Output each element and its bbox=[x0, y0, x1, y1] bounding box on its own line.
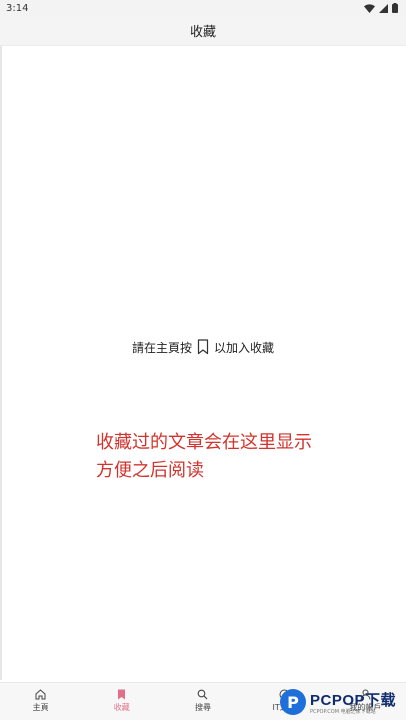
nav-label-home: 主頁 bbox=[32, 703, 49, 712]
app-bar: 收藏 bbox=[0, 16, 406, 46]
watermark-subtitle: PCPOP.COM 电脑之家下载站 bbox=[310, 709, 376, 715]
nav-item-home[interactable]: 主頁 bbox=[11, 689, 71, 713]
wifi-icon bbox=[364, 3, 375, 13]
bookmark-icon bbox=[118, 689, 126, 700]
empty-state-text-before: 請在主頁按 bbox=[131, 340, 192, 355]
nav-label-bookmarks: 收藏 bbox=[113, 703, 130, 712]
status-time: 3:14 bbox=[6, 2, 29, 14]
caption-overlay: 收藏过的文章会在这里显示 方便之后阅读 bbox=[96, 428, 396, 484]
watermark: P PCPOP下载 PCPOP.COM 电脑之家下载站 bbox=[280, 684, 406, 720]
nav-label-search: 搜尋 bbox=[194, 703, 211, 712]
nav-item-bookmarks[interactable]: 收藏 bbox=[92, 689, 152, 713]
status-bar: 3:14 bbox=[0, 0, 406, 16]
bookmark-icon bbox=[197, 339, 209, 355]
nav-item-search[interactable]: 搜尋 bbox=[173, 689, 233, 713]
empty-state-text-after: 以加入收藏 bbox=[214, 340, 275, 355]
caption-line-1: 收藏过的文章会在这里显示 bbox=[96, 432, 312, 452]
watermark-logo-icon: P bbox=[280, 689, 306, 715]
caption-line-2: 方便之后阅读 bbox=[96, 460, 204, 480]
page-title: 收藏 bbox=[189, 25, 216, 40]
watermark-brand: PCPOP下载 bbox=[310, 692, 397, 709]
battery-icon bbox=[392, 3, 398, 13]
left-edge-line bbox=[0, 46, 2, 680]
home-icon bbox=[35, 689, 46, 700]
search-icon bbox=[198, 689, 208, 700]
status-icons bbox=[364, 3, 398, 13]
empty-state-hint: 請在主頁按 以加入收藏 bbox=[0, 336, 406, 358]
signal-icon bbox=[379, 3, 388, 13]
